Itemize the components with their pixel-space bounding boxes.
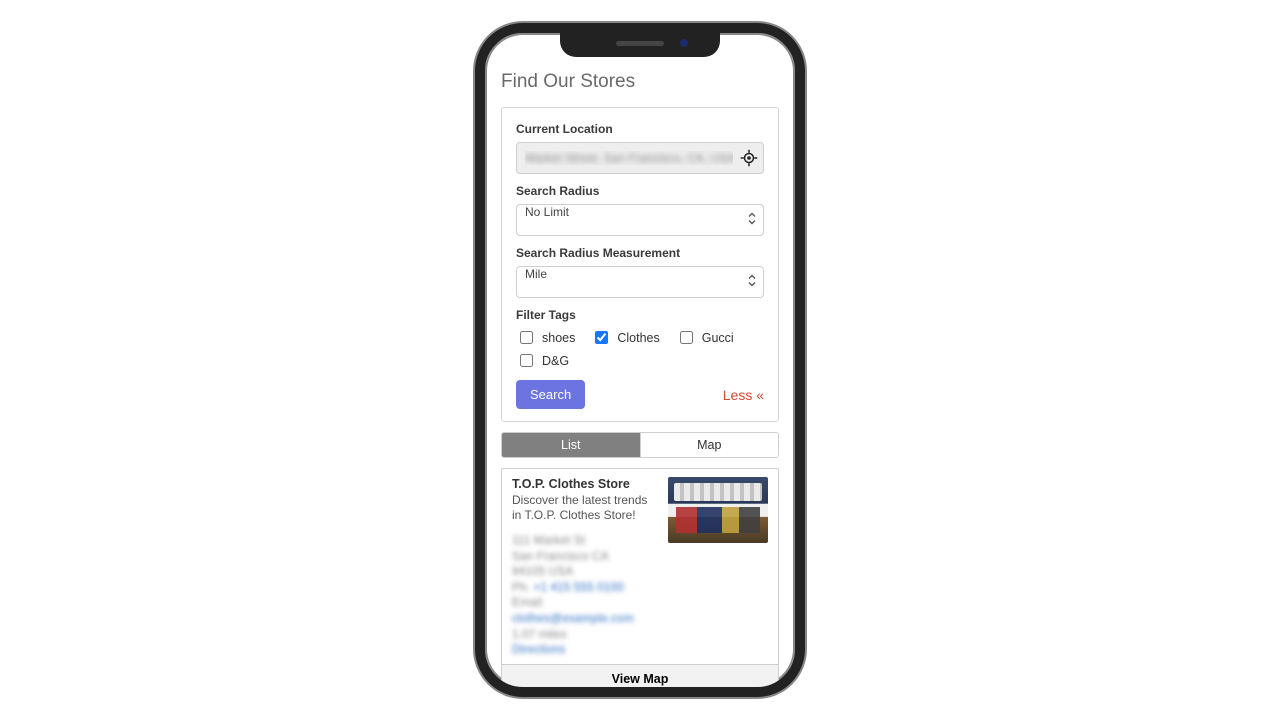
current-location-input[interactable] bbox=[516, 142, 764, 174]
store-email-link[interactable]: clothes@example.com bbox=[512, 611, 658, 627]
search-radius-label: Search Radius bbox=[516, 184, 764, 198]
tab-list[interactable]: List bbox=[502, 433, 640, 457]
store-address-line: 94105 USA bbox=[512, 564, 658, 580]
store-result-card: T.O.P. Clothes Store Discover the latest… bbox=[501, 468, 779, 687]
filter-tag-clothes-checkbox[interactable] bbox=[595, 331, 608, 344]
store-phone: Ph. +1 415 555 0100 bbox=[512, 580, 658, 596]
search-button[interactable]: Search bbox=[516, 380, 585, 409]
store-name: T.O.P. Clothes Store bbox=[512, 477, 658, 491]
store-description: Discover the latest trends in T.O.P. Clo… bbox=[512, 493, 658, 523]
search-radius-select[interactable]: No Limit bbox=[516, 204, 764, 236]
filter-tags-label: Filter Tags bbox=[516, 308, 764, 322]
filter-tag-clothes[interactable]: Clothes bbox=[591, 328, 659, 347]
store-phone-link[interactable]: +1 415 555 0100 bbox=[533, 580, 623, 594]
filter-tag-label: D&G bbox=[542, 354, 569, 368]
store-email-label: Email bbox=[512, 595, 658, 611]
current-location-label: Current Location bbox=[516, 122, 764, 136]
filter-tag-dg[interactable]: D&G bbox=[516, 351, 569, 370]
store-thumbnail bbox=[668, 477, 768, 543]
collapse-filters-link[interactable]: Less « bbox=[723, 387, 764, 403]
filter-tags-group: shoes Clothes Gucci D&G bbox=[516, 328, 764, 370]
filter-tag-shoes-checkbox[interactable] bbox=[520, 331, 533, 344]
locate-icon[interactable] bbox=[740, 149, 758, 167]
filter-tag-label: Clothes bbox=[617, 331, 659, 345]
store-address-line: 111 Market St bbox=[512, 533, 658, 549]
filter-tag-dg-checkbox[interactable] bbox=[520, 354, 533, 367]
filter-tag-gucci[interactable]: Gucci bbox=[676, 328, 734, 347]
radius-unit-label: Search Radius Measurement bbox=[516, 246, 764, 260]
store-address-line: San Francisco CA bbox=[512, 549, 658, 565]
filter-tag-gucci-checkbox[interactable] bbox=[680, 331, 693, 344]
tab-map[interactable]: Map bbox=[640, 433, 779, 457]
page-title: Find Our Stores bbox=[501, 71, 779, 93]
radius-unit-select[interactable]: Mile bbox=[516, 266, 764, 298]
search-filters-card: Current Location Search Radius No Lim bbox=[501, 107, 779, 422]
store-distance: 1.07 miles bbox=[512, 627, 658, 643]
filter-tag-label: shoes bbox=[542, 331, 575, 345]
directions-link[interactable]: Directions bbox=[512, 642, 658, 658]
view-toggle: List Map bbox=[501, 432, 779, 458]
filter-tag-shoes[interactable]: shoes bbox=[516, 328, 575, 347]
view-map-button[interactable]: View Map bbox=[502, 664, 778, 687]
filter-tag-label: Gucci bbox=[702, 331, 734, 345]
